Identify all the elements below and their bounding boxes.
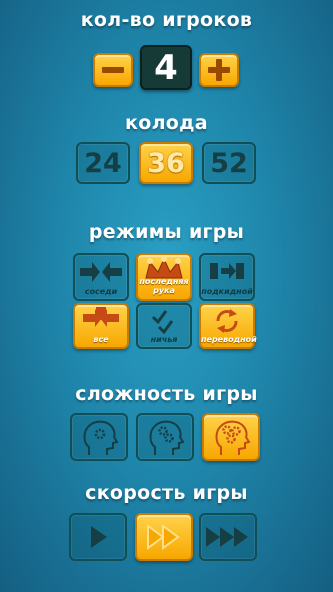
minus-icon [102,67,124,73]
deck-52-label: 52 [210,147,248,179]
player-count-display: 4 [140,45,192,90]
difficulty-hard-button[interactable] [202,413,260,461]
decrease-players-button[interactable] [93,53,133,87]
mode-all-button[interactable]: все [73,303,129,349]
mode-throw-in-label: подкидной [201,287,253,296]
mode-transfer-button[interactable]: переводной [199,303,257,349]
deck-52-button[interactable]: 52 [202,142,256,184]
mode-neighbors-button[interactable]: соседи [73,253,129,301]
triple-forward-icon [206,527,248,547]
speed-normal-button[interactable] [135,513,193,561]
players-title: кол-во игроков [80,9,253,31]
head-gears-hard-icon [215,420,251,455]
head-gears-medium-icon [149,420,185,455]
speed-title: скорость игры [85,482,248,504]
mode-draw-label: ничья [150,335,178,344]
difficulty-medium-button[interactable] [136,413,194,461]
modes-title: режимы игры [88,221,245,243]
mode-transfer-label: переводной [201,335,257,344]
speed-slow-button[interactable] [69,513,127,561]
deck-36-label: 36 [147,147,185,179]
transfer-cycle-icon [216,309,238,333]
mode-throw-in-button[interactable]: подкидной [199,253,255,301]
player-count-value: 4 [154,47,178,88]
checkmark-icon [151,310,174,335]
throw-in-icon [210,263,244,279]
mode-last-hand-button[interactable]: последняя рука [136,253,192,301]
increase-players-button[interactable] [199,53,239,87]
speed-fast-button[interactable] [199,513,257,561]
head-gears-easy-icon [83,420,119,455]
all-arrows-icon [83,307,119,327]
deck-24-button[interactable]: 24 [76,142,130,184]
mode-neighbors-label: соседи [84,287,118,296]
difficulty-easy-button[interactable] [70,413,128,461]
difficulty-title: сложность игры [75,383,258,405]
deck-36-button[interactable]: 36 [139,142,193,184]
neighbors-arrows-icon [80,262,122,282]
mode-draw-button[interactable]: ничья [136,303,192,349]
fast-forward-icon [147,524,180,550]
mode-last-hand-label: последняя рука [139,277,189,295]
mode-all-label: все [93,335,109,344]
plus-icon [208,59,230,81]
deck-title: колода [125,112,208,134]
deck-24-label: 24 [84,147,122,179]
play-icon [91,526,107,548]
